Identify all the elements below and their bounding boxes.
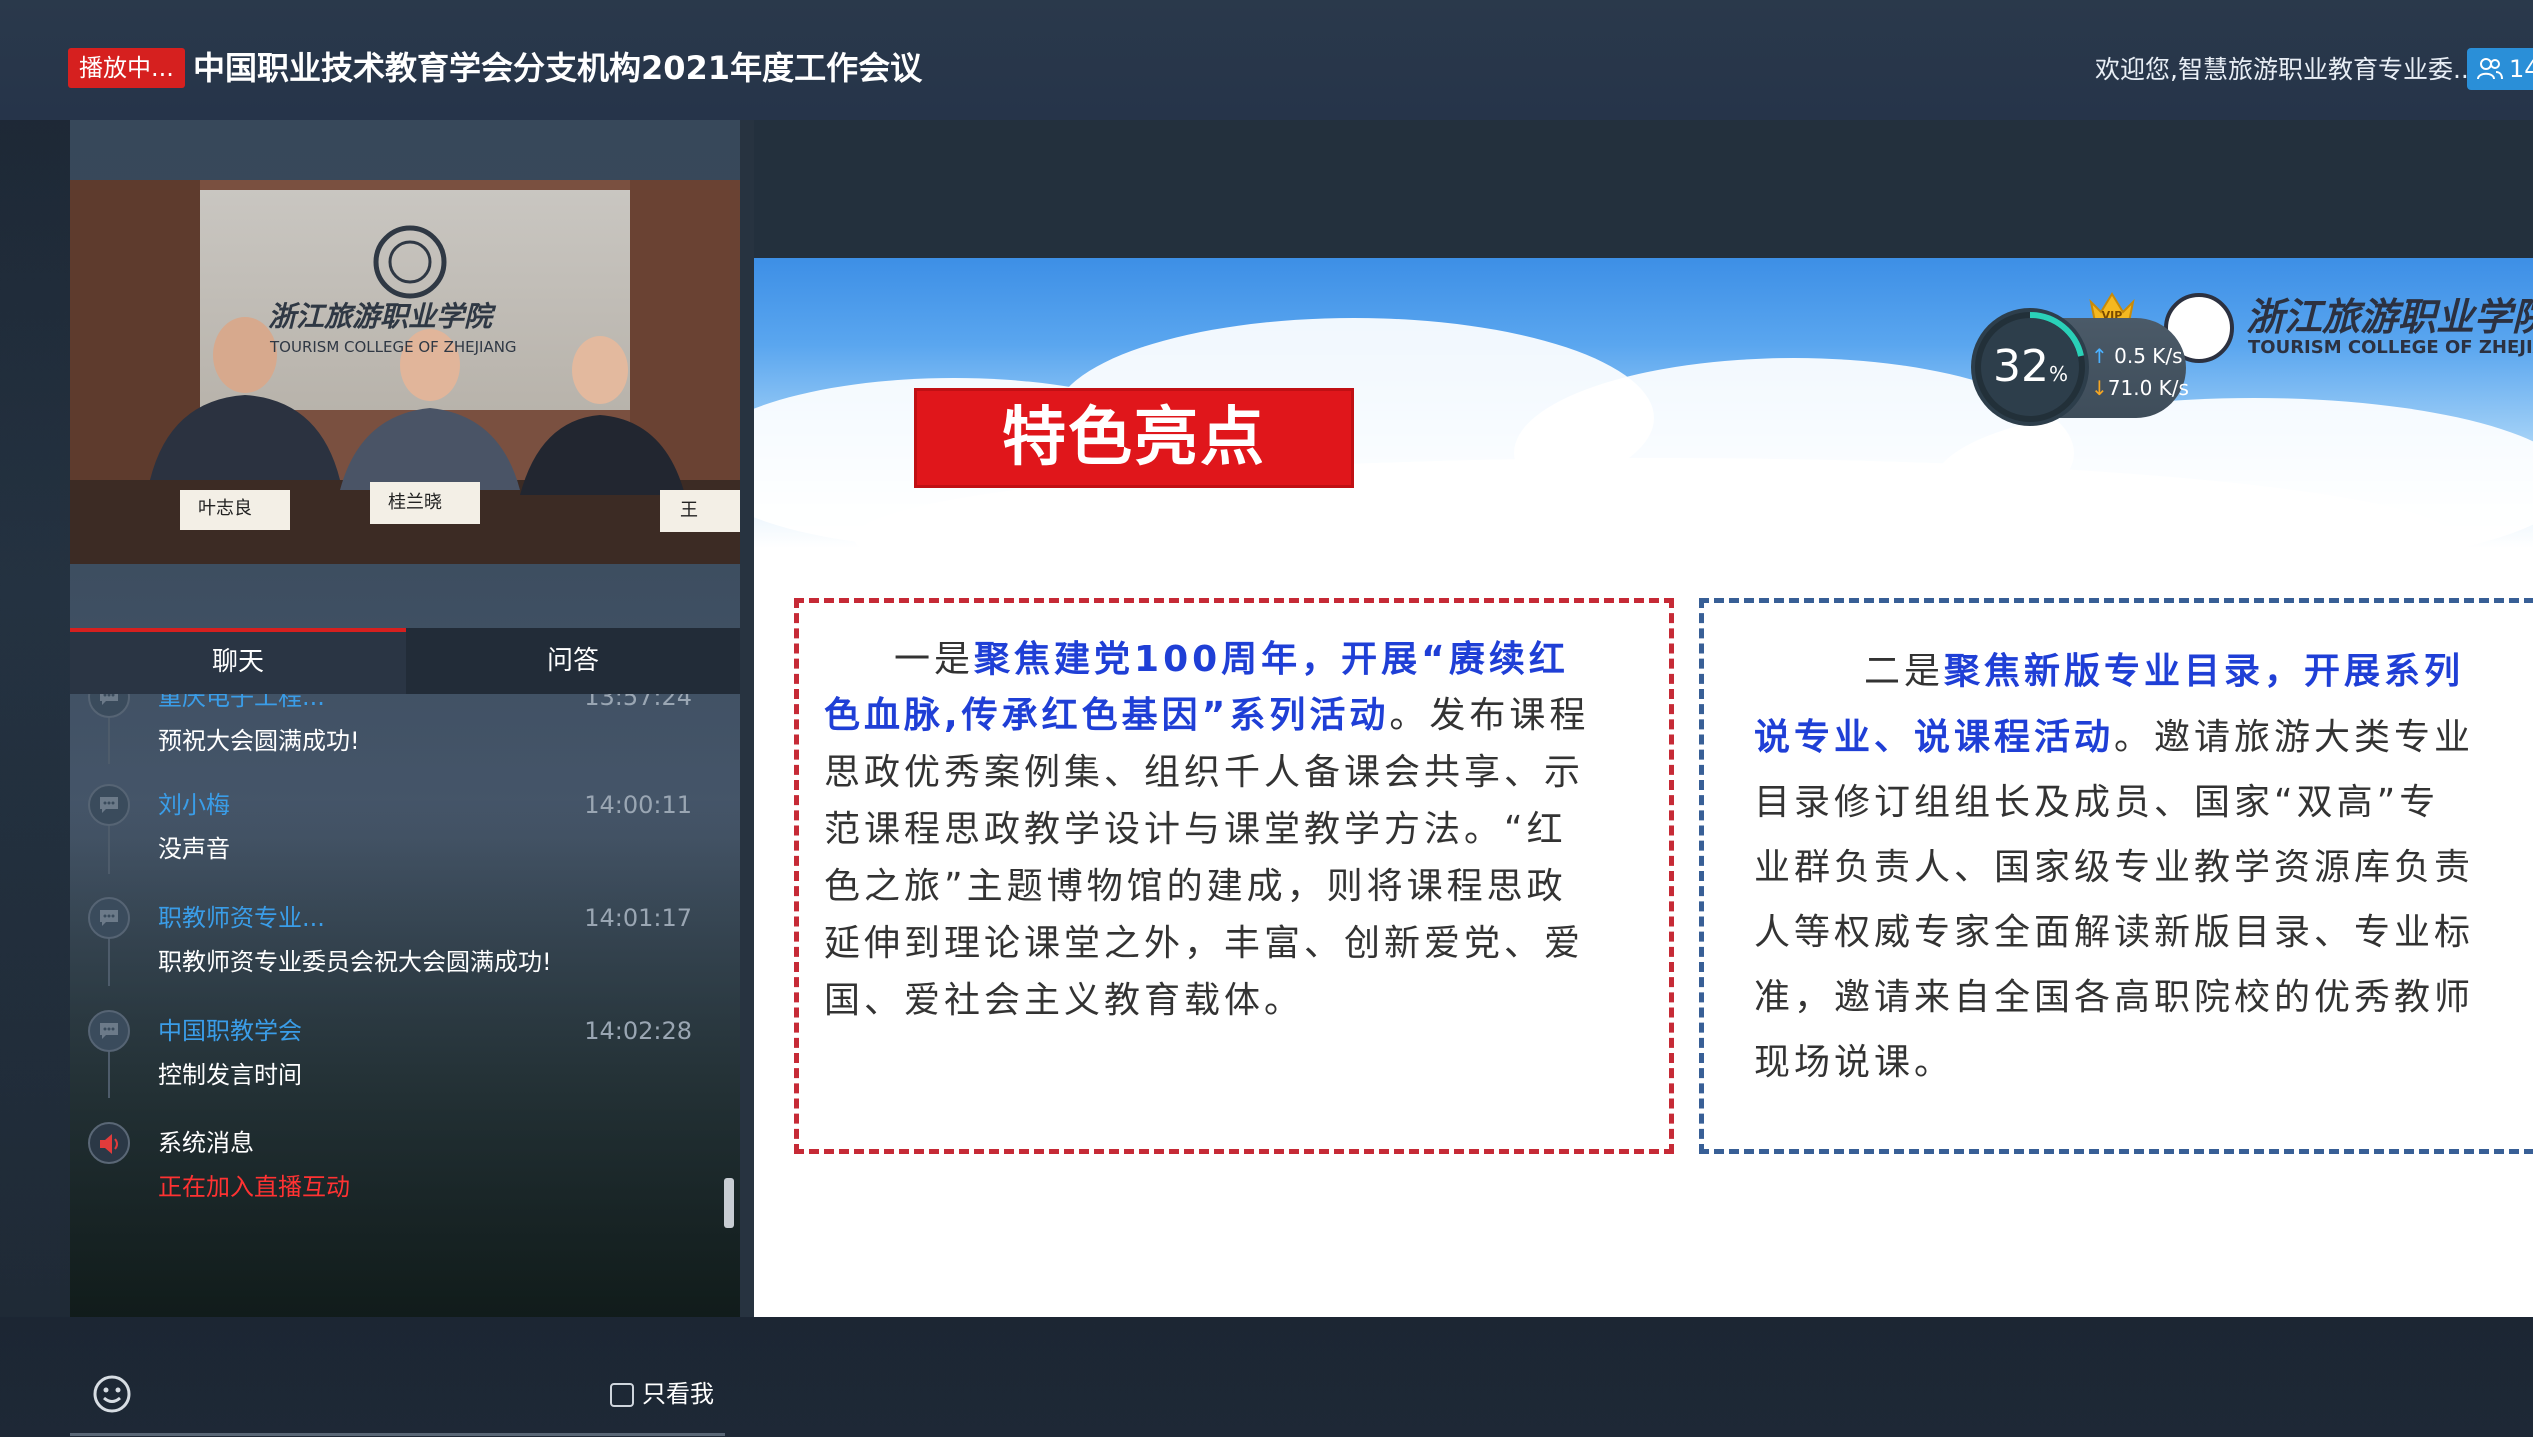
panel-2-line-5: 人等权威专家全面解读新版目录、专业标	[1754, 912, 2475, 953]
system-message-text: 正在加入直播互动	[158, 1173, 350, 1201]
viewer-count-button[interactable]: 14	[2467, 48, 2533, 90]
logo-school-name-cn: 浙江旅游职业学院	[2246, 294, 2533, 339]
chat-bubble-icon	[88, 694, 130, 718]
panel-1-highlight-1: 聚焦建党100周年，开展“赓续红	[974, 639, 1569, 680]
download-speed-value: 71.0	[2107, 376, 2153, 400]
top-bar: 播放中... 中国职业技术教育学会分支机构2021年度工作会议 欢迎您,智慧旅游…	[0, 0, 2533, 120]
usage-percent: 32%	[1993, 342, 2068, 399]
chat-username[interactable]: 职教师资专业...	[158, 901, 325, 935]
panel-1-line-4: 范课程思政教学设计与课堂教学方法。“红	[824, 809, 1567, 850]
chat-bubble-icon	[88, 897, 130, 939]
chat-message: 重庆电子工程... 13:57:24 预祝大会圆满成功!	[70, 694, 740, 786]
panel-1-prefix: 一是	[894, 639, 975, 680]
panel-1-line-2: 色血脉,传承红色基因”系列活动。发布课程	[824, 686, 1589, 738]
usage-percent-unit: %	[2049, 362, 2069, 386]
download-speed-unit: K/s	[2158, 376, 2189, 400]
footer-divider	[70, 1433, 725, 1436]
chat-bubble-icon	[88, 1010, 130, 1052]
slide-heading-box: 特色亮点	[914, 388, 1354, 488]
video-school-name-en: TOURISM COLLEGE OF ZHEJIANG	[270, 338, 517, 356]
chat-message: 刘小梅 14:00:11 没声音	[70, 784, 740, 894]
chat-timestamp: 14:01:17	[584, 904, 692, 932]
chat-timestamp: 13:57:24	[584, 694, 692, 711]
panel-2-highlight-2: 说专业、说课程活动	[1754, 717, 2115, 758]
chat-username[interactable]: 中国职教学会	[158, 1014, 302, 1048]
panel-1-highlight-2: 色血脉,传承红色基因”系列活动	[824, 695, 1390, 736]
panel-2-prefix: 二是	[1864, 651, 1945, 692]
only-me-checkbox[interactable]	[610, 1383, 634, 1407]
panel-2-line-6: 准，邀请来自全国各高职院校的优秀教师	[1754, 977, 2475, 1018]
chat-username[interactable]: 重庆电子工程...	[158, 694, 325, 714]
system-message-title: 系统消息	[158, 1129, 254, 1157]
chat-text: 预祝大会圆满成功!	[158, 727, 360, 755]
chat-text: 没声音	[158, 835, 230, 863]
usage-gauge: 32%	[1971, 308, 2089, 426]
chat-timestamp: 14:00:11	[584, 791, 692, 819]
name-plate-3: 王	[680, 500, 698, 521]
video-school-name-cn: 浙江旅游职业学院	[268, 300, 493, 333]
slide-stage-background	[754, 120, 2533, 258]
download-speed: ↓71.0 K/s	[2091, 376, 2189, 400]
presentation-slide: 特色亮点 VIP 浙江旅游职业学院 TOURISM COLLEGE OF ZHE…	[754, 258, 2533, 1317]
meeting-title: 中国职业技术教育学会分支机构2021年度工作会议	[193, 49, 923, 87]
download-arrow-icon: ↓	[2091, 376, 2108, 400]
chat-message: 中国职教学会 14:02:28 控制发言时间	[70, 1010, 740, 1120]
panel-2-line-4: 业群负责人、国家级专业教学资源库负责	[1754, 847, 2475, 888]
name-plate-1: 叶志良	[198, 498, 252, 519]
chat-footer: 只看我	[70, 1354, 740, 1437]
tab-qa[interactable]: 问答	[406, 628, 740, 694]
users-icon	[2477, 58, 2503, 80]
emoji-icon[interactable]	[92, 1374, 132, 1414]
only-me-label: 只看我	[642, 1380, 714, 1408]
name-plate-2: 桂兰晓	[388, 492, 442, 513]
chat-message-list[interactable]: 重庆电子工程... 13:57:24 预祝大会圆满成功! 刘小梅 14:00:1…	[70, 694, 740, 1354]
upload-arrow-icon: ↑	[2091, 344, 2108, 368]
left-panel: 浙江旅游职业学院 TOURISM COLLEGE OF ZHEJIANG 叶志良…	[70, 120, 740, 1436]
panel-1-line-7: 国、爱社会主义教育载体。	[824, 980, 1305, 1021]
chat-tabs: 聊天 问答	[70, 628, 740, 694]
chat-bubble-icon	[88, 784, 130, 826]
live-status-badge: 播放中...	[68, 48, 185, 88]
panel-2-line-1: 二是聚焦新版专业目录，开展系列	[1864, 642, 2464, 694]
chat-timestamp: 14:02:28	[584, 1017, 692, 1045]
usage-percent-value: 32	[1993, 341, 2049, 392]
panel-1-line-6: 延伸到理论课堂之外，丰富、创新爱党、爱	[824, 923, 1585, 964]
upload-speed-value: 0.5	[2114, 344, 2146, 368]
panel-2-line-2: 说专业、说课程活动。邀请旅游大类专业	[1754, 708, 2474, 760]
slide-heading: 特色亮点	[1002, 401, 1266, 475]
panel-2-line-7: 现场说课。	[1754, 1042, 1955, 1083]
panel-1-line-1: 一是聚焦建党100周年，开展“赓续红	[894, 630, 1569, 682]
chat-text: 控制发言时间	[158, 1061, 302, 1089]
speaker-icon	[88, 1122, 130, 1164]
system-message: 系统消息 正在加入直播互动	[70, 1122, 740, 1232]
live-video-feed[interactable]: 浙江旅游职业学院 TOURISM COLLEGE OF ZHEJIANG 叶志良…	[70, 180, 740, 564]
tab-chat[interactable]: 聊天	[70, 628, 406, 694]
upload-speed: ↑ 0.5 K/s	[2091, 344, 2183, 368]
chat-scrollbar[interactable]	[724, 1178, 734, 1228]
panel-2-line-3: 目录修订组组长及成员、国家“双高”专	[1754, 782, 2440, 823]
panel-1-line-2-rest: 。发布课程	[1389, 695, 1590, 736]
chat-message: 职教师资专业... 14:01:17 职教师资专业委员会祝大会圆满成功!	[70, 897, 740, 1007]
panel-divider[interactable]	[740, 120, 754, 1317]
only-me-toggle[interactable]: 只看我	[610, 1376, 714, 1412]
panel-2-line-2-rest: 。邀请旅游大类专业	[2114, 717, 2475, 758]
network-speed-widget[interactable]: 32% ↑ 0.5 K/s ↓71.0 K/s	[1971, 308, 2211, 428]
chat-username[interactable]: 刘小梅	[158, 788, 230, 822]
welcome-user-text: 欢迎您,智慧旅游职业教育专业委...	[2095, 55, 2477, 84]
panel-1-line-5: 色之旅”主题博物馆的建成，则将课程思政	[824, 866, 1567, 907]
panel-1-line-3: 思政优秀案例集、组织千人备课会共享、示	[824, 752, 1585, 793]
viewer-count: 14	[2509, 55, 2533, 83]
upload-speed-unit: K/s	[2152, 344, 2183, 368]
chat-text: 职教师资专业委员会祝大会圆满成功!	[158, 948, 552, 976]
logo-school-name-en: TOURISM COLLEGE OF ZHEJIANG	[2248, 337, 2533, 358]
panel-2-highlight-1: 聚焦新版专业目录，开展系列	[1944, 651, 2465, 692]
